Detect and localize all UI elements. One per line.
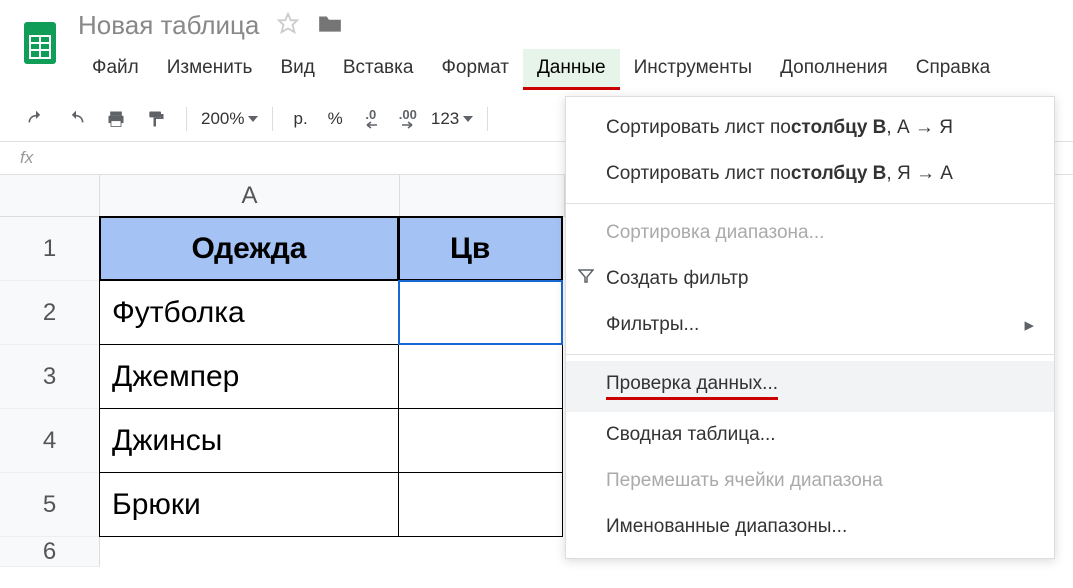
format-percent[interactable]: %: [322, 109, 349, 129]
menu-view[interactable]: Вид: [266, 49, 328, 90]
dd-data-validation[interactable]: Проверка данных...: [566, 361, 1054, 412]
cell-a1[interactable]: Одежда: [99, 216, 399, 281]
menu-help[interactable]: Справка: [902, 49, 1005, 90]
cell-b3[interactable]: [398, 344, 563, 409]
menu-tools[interactable]: Инструменты: [620, 49, 766, 90]
chevron-down-icon: [463, 116, 473, 122]
star-icon[interactable]: [277, 12, 299, 39]
dd-filters[interactable]: Фильтры... ▸: [566, 302, 1054, 348]
menu-format[interactable]: Формат: [427, 49, 523, 90]
cell-b4[interactable]: [398, 408, 563, 473]
cell-b2[interactable]: [398, 280, 563, 345]
menu-data[interactable]: Данные: [523, 49, 620, 90]
row-header-5[interactable]: 5: [0, 473, 100, 537]
dd-pivot-table[interactable]: Сводная таблица...: [566, 412, 1054, 458]
paint-format-icon[interactable]: [140, 105, 172, 133]
select-all-corner[interactable]: [0, 175, 100, 217]
menu-edit[interactable]: Изменить: [153, 49, 267, 90]
format-currency[interactable]: р.: [287, 109, 313, 129]
increase-decimal-icon[interactable]: .00: [393, 104, 423, 133]
undo-icon[interactable]: [20, 105, 52, 133]
cell-a5[interactable]: Брюки: [99, 472, 399, 537]
row-header-1[interactable]: 1: [0, 217, 100, 281]
more-formats[interactable]: 123: [431, 109, 473, 129]
menubar: Файл Изменить Вид Вставка Формат Данные …: [78, 49, 1073, 90]
folder-icon[interactable]: [317, 12, 343, 39]
filter-icon: [578, 268, 594, 290]
cell-a3[interactable]: Джемпер: [99, 344, 399, 409]
chevron-down-icon: [248, 116, 258, 122]
menu-file[interactable]: Файл: [78, 49, 153, 90]
data-menu-dropdown: Сортировать лист по столбцу B, А → Я Сор…: [565, 96, 1055, 559]
col-header-a[interactable]: A: [100, 175, 400, 217]
document-title[interactable]: Новая таблица: [78, 10, 259, 41]
cell-a4[interactable]: Джинсы: [99, 408, 399, 473]
menu-insert[interactable]: Вставка: [329, 49, 428, 90]
sheets-logo-icon[interactable]: [20, 18, 60, 68]
redo-icon[interactable]: [60, 105, 92, 133]
fx-label: fx: [20, 148, 53, 168]
print-icon[interactable]: [100, 105, 132, 133]
row-header-6[interactable]: 6: [0, 537, 100, 567]
dd-named-ranges[interactable]: Именованные диапазоны...: [566, 504, 1054, 550]
dd-create-filter[interactable]: Создать фильтр: [566, 256, 1054, 302]
chevron-right-icon: ▸: [1024, 314, 1034, 337]
menu-addons[interactable]: Дополнения: [766, 49, 902, 90]
row-header-3[interactable]: 3: [0, 345, 100, 409]
cell-a2[interactable]: Футболка: [99, 280, 399, 345]
cell-b1[interactable]: Цв: [398, 216, 563, 281]
cell-b5[interactable]: [398, 472, 563, 537]
col-header-b[interactable]: [400, 175, 565, 217]
zoom-value: 200%: [201, 109, 244, 129]
zoom-selector[interactable]: 200%: [201, 109, 258, 129]
dd-sort-range: Сортировка диапазона...: [566, 210, 1054, 256]
row-header-4[interactable]: 4: [0, 409, 100, 473]
dd-sort-asc[interactable]: Сортировать лист по столбцу B, А → Я: [566, 105, 1054, 151]
dd-randomize: Перемешать ячейки диапазона: [566, 458, 1054, 504]
decrease-decimal-icon[interactable]: .0: [357, 104, 385, 133]
row-header-2[interactable]: 2: [0, 281, 100, 345]
dd-sort-desc[interactable]: Сортировать лист по столбцу B, Я → А: [566, 151, 1054, 197]
